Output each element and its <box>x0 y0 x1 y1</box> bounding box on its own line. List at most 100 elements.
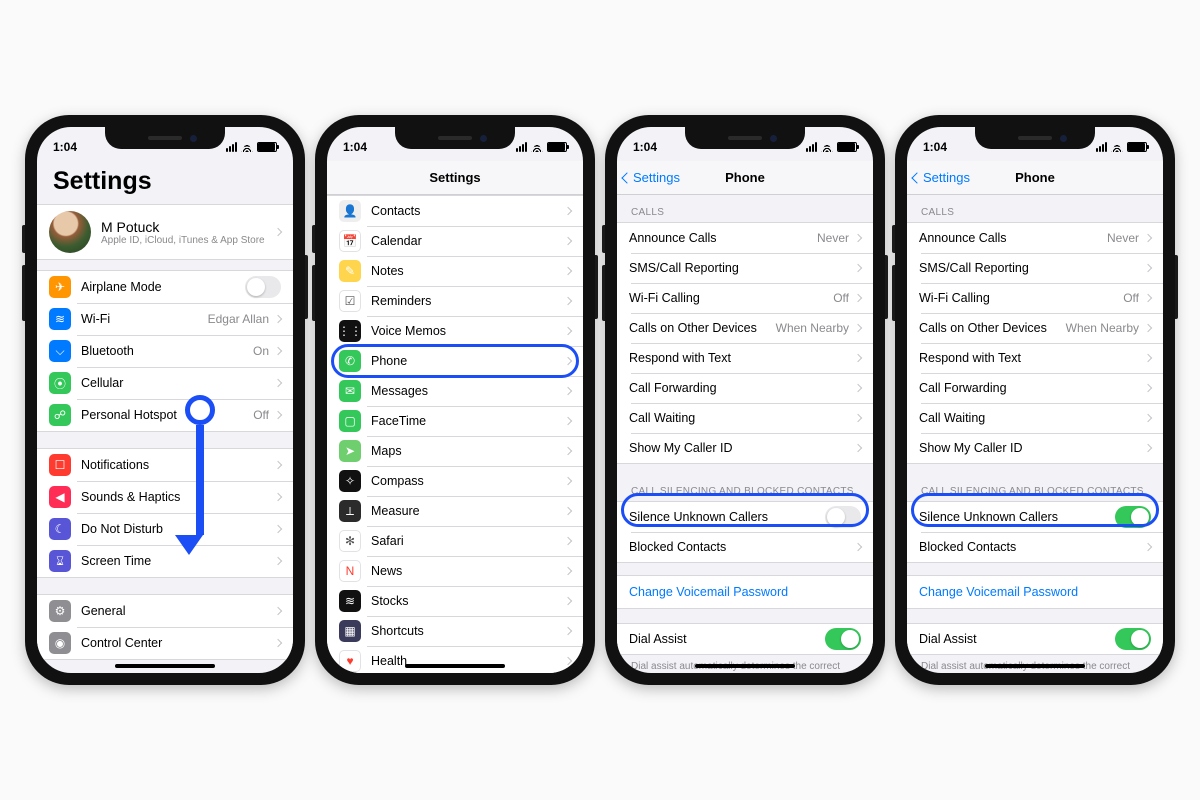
toggle-switch[interactable] <box>825 628 861 650</box>
chevron-right-icon <box>274 493 282 501</box>
personal-hotspot-icon: ☍ <box>49 404 71 426</box>
row-respond-with-text[interactable]: Respond with Text <box>617 343 873 373</box>
row-label: Show My Caller ID <box>629 441 855 455</box>
toggle-switch[interactable] <box>1115 506 1151 528</box>
settings-row-cellular[interactable]: ⦿Cellular <box>37 367 293 399</box>
settings-row-screen-time[interactable]: ⌛︎Screen Time <box>37 545 293 577</box>
settings-row-news[interactable]: NNews <box>327 556 583 586</box>
settings-row-wi-fi[interactable]: ≋Wi-FiEdgar Allan <box>37 303 293 335</box>
row-label: Cellular <box>81 376 275 390</box>
settings-row-health[interactable]: ♥︎Health <box>327 646 583 673</box>
settings-row-reminders[interactable]: ☑︎Reminders <box>327 286 583 316</box>
home-indicator[interactable] <box>985 664 1085 668</box>
settings-row-measure[interactable]: ⟂Measure <box>327 496 583 526</box>
row-blocked-contacts[interactable]: Blocked Contacts <box>907 532 1163 562</box>
home-indicator[interactable] <box>695 664 795 668</box>
screen-4: 1:04 Settings Phone CALLSAnnounce CallsN… <box>907 127 1163 673</box>
voice-memos-icon: ⋮⋮ <box>339 320 361 342</box>
chevron-right-icon <box>274 315 282 323</box>
row-sms-call-reporting[interactable]: SMS/Call Reporting <box>617 253 873 283</box>
row-label: Dial Assist <box>919 632 1115 646</box>
settings-row-messages[interactable]: ✉︎Messages <box>327 376 583 406</box>
settings-row-calendar[interactable]: 📅Calendar <box>327 226 583 256</box>
row-show-my-caller-id[interactable]: Show My Caller ID <box>907 433 1163 463</box>
home-indicator[interactable] <box>405 664 505 668</box>
row-announce-calls[interactable]: Announce CallsNever <box>907 223 1163 253</box>
settings-row-safari[interactable]: ✻Safari <box>327 526 583 556</box>
row-label: Call Waiting <box>629 411 855 425</box>
settings-row-bluetooth[interactable]: ⌵BluetoothOn <box>37 335 293 367</box>
row-sms-call-reporting[interactable]: SMS/Call Reporting <box>907 253 1163 283</box>
settings-row-personal-hotspot[interactable]: ☍Personal HotspotOff <box>37 399 293 431</box>
settings-row-notes[interactable]: ✎Notes <box>327 256 583 286</box>
row-label: News <box>371 564 565 578</box>
settings-row-phone[interactable]: ✆Phone <box>327 346 583 376</box>
page-title: Settings <box>37 161 293 204</box>
chevron-right-icon <box>564 237 572 245</box>
row-blocked-contacts[interactable]: Blocked Contacts <box>617 532 873 562</box>
settings-row-compass[interactable]: ✧Compass <box>327 466 583 496</box>
row-calls-on-other-devices[interactable]: Calls on Other DevicesWhen Nearby <box>907 313 1163 343</box>
row-value: Off <box>253 408 269 422</box>
row-dial-assist[interactable]: Dial Assist <box>617 624 873 654</box>
row-call-forwarding[interactable]: Call Forwarding <box>617 373 873 403</box>
settings-row-contacts[interactable]: 👤Contacts <box>327 196 583 226</box>
toggle-switch[interactable] <box>1115 628 1151 650</box>
row-dial-assist[interactable]: Dial Assist <box>907 624 1163 654</box>
avatar <box>49 211 91 253</box>
settings-row-control-center[interactable]: ◉Control Center <box>37 627 293 659</box>
messages-icon: ✉︎ <box>339 380 361 402</box>
notes-icon: ✎ <box>339 260 361 282</box>
row-label: Contacts <box>371 204 565 218</box>
row-label: Announce Calls <box>629 231 817 245</box>
settings-row-general[interactable]: ⚙︎General <box>37 595 293 627</box>
settings-row-shortcuts[interactable]: ▦Shortcuts <box>327 616 583 646</box>
settings-row-do-not-disturb[interactable]: ☾Do Not Disturb <box>37 513 293 545</box>
airplane-mode-icon: ✈︎ <box>49 276 71 298</box>
section-header-silencing: CALL SILENCING AND BLOCKED CONTACTS <box>907 474 1163 501</box>
settings-row-maps[interactable]: ➤Maps <box>327 436 583 466</box>
row-respond-with-text[interactable]: Respond with Text <box>907 343 1163 373</box>
settings-row-stocks[interactable]: ≋Stocks <box>327 586 583 616</box>
row-silence-unknown-callers[interactable]: Silence Unknown Callers <box>907 502 1163 532</box>
row-call-forwarding[interactable]: Call Forwarding <box>907 373 1163 403</box>
chevron-right-icon <box>274 379 282 387</box>
row-value: Off <box>833 291 849 305</box>
row-wi-fi-calling[interactable]: Wi-Fi CallingOff <box>617 283 873 313</box>
settings-row-airplane-mode[interactable]: ✈︎Airplane Mode <box>37 271 293 303</box>
change-voicemail-password[interactable]: Change Voicemail Password <box>617 576 873 608</box>
nav-title: Phone <box>1015 170 1055 185</box>
apple-id-cell[interactable]: M PotuckApple ID, iCloud, iTunes & App S… <box>37 205 293 259</box>
toggle-switch[interactable] <box>245 276 281 298</box>
row-value: Off <box>1123 291 1139 305</box>
row-calls-on-other-devices[interactable]: Calls on Other DevicesWhen Nearby <box>617 313 873 343</box>
home-indicator[interactable] <box>115 664 215 668</box>
row-label: Calls on Other Devices <box>919 321 1066 335</box>
row-label: Reminders <box>371 294 565 308</box>
chevron-right-icon <box>274 639 282 647</box>
row-silence-unknown-callers[interactable]: Silence Unknown Callers <box>617 502 873 532</box>
back-button[interactable]: Settings <box>623 170 680 185</box>
row-call-waiting[interactable]: Call Waiting <box>907 403 1163 433</box>
toggle-switch[interactable] <box>825 506 861 528</box>
row-call-waiting[interactable]: Call Waiting <box>617 403 873 433</box>
chevron-right-icon <box>274 557 282 565</box>
row-label: Wi-Fi <box>81 312 208 326</box>
back-button[interactable]: Settings <box>913 170 970 185</box>
row-label: Notifications <box>81 458 275 472</box>
phone-2: 1:04 Settings 👤Contacts📅Calendar✎Notes☑︎… <box>315 115 595 685</box>
row-announce-calls[interactable]: Announce CallsNever <box>617 223 873 253</box>
chevron-right-icon <box>564 297 572 305</box>
phone-icon: ✆ <box>339 350 361 372</box>
settings-row-voice-memos[interactable]: ⋮⋮Voice Memos <box>327 316 583 346</box>
settings-row-facetime[interactable]: ▢FaceTime <box>327 406 583 436</box>
row-label: Wi-Fi Calling <box>919 291 1123 305</box>
row-show-my-caller-id[interactable]: Show My Caller ID <box>617 433 873 463</box>
section-header-silencing: CALL SILENCING AND BLOCKED CONTACTS <box>617 474 873 501</box>
chevron-right-icon <box>274 411 282 419</box>
change-voicemail-password[interactable]: Change Voicemail Password <box>907 576 1163 608</box>
row-wi-fi-calling[interactable]: Wi-Fi CallingOff <box>907 283 1163 313</box>
chevron-right-icon <box>1144 354 1152 362</box>
settings-row-notifications[interactable]: ☐Notifications <box>37 449 293 481</box>
settings-row-sounds-haptics[interactable]: ◀︎Sounds & Haptics <box>37 481 293 513</box>
